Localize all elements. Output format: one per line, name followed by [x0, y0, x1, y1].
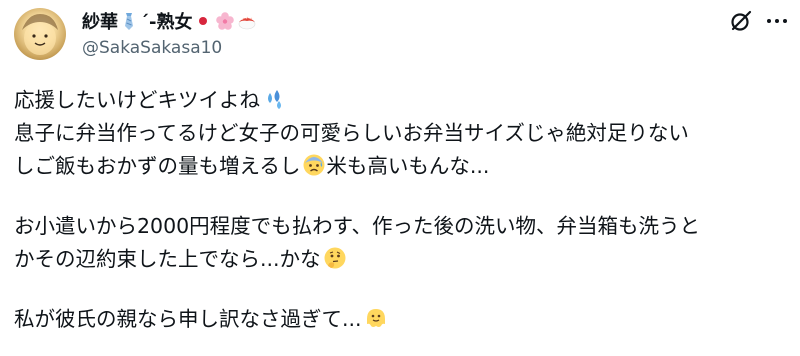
thinking-face-emoji	[324, 247, 346, 269]
cherry-blossom-emoji	[216, 12, 235, 30]
post-line-text: しご飯もおかずの量も増えるし	[14, 154, 301, 178]
post-line: 息子に弁当作ってるけど女子の可愛らしいお弁当サイズじゃ絶対足りない	[14, 117, 794, 150]
avatar[interactable]	[14, 8, 66, 60]
melting-face-emoji	[366, 309, 385, 327]
post-line: お小遣いから2000円程度でも払わす、作った後の洗い物、弁当箱も洗うと	[14, 210, 794, 243]
post-line-text: 応援したいけどキツイよね	[14, 88, 260, 112]
post-line-text: 米も高いもんな...	[326, 154, 490, 178]
author-display-name[interactable]: 紗華	[82, 8, 118, 34]
post-text: 応援したいけどキツイよね 息子に弁当作ってるけど女子の可愛らしいお弁当サイズじゃ…	[14, 84, 794, 336]
japan-flag-emoji	[194, 15, 213, 27]
post-line: 私が彼氏の親なら申し訳なさ過ぎて...	[14, 303, 794, 336]
post-line: しご飯もおかずの量も増えるし 米も高いもんな...	[14, 150, 794, 183]
more-icon	[767, 19, 787, 23]
author-name-row[interactable]: 紗華 ´-熟女	[82, 8, 258, 34]
grok-icon	[731, 10, 752, 31]
post-line: かその辺約束した上でなら...かな	[14, 243, 794, 276]
post-line-text: かその辺約束した上でなら...かな	[14, 247, 321, 271]
grok-button[interactable]	[728, 8, 754, 34]
sushi-emoji	[239, 16, 256, 30]
post-line-text: 私が彼氏の親なら申し訳なさ過ぎて...	[14, 307, 362, 331]
post-line-text: 息子に弁当作ってるけど女子の可愛らしいお弁当サイズじゃ絶対足りない	[14, 121, 689, 145]
tie-emoji	[125, 13, 133, 30]
post: 紗華 ´-熟女 @SakaSakasa10 応援したいけどキツイよね 息子に弁当…	[0, 0, 800, 356]
sweat-droplets-emoji	[268, 90, 281, 109]
author-handle[interactable]: @SakaSakasa10	[82, 38, 222, 58]
post-line: 応援したいけどキツイよね	[14, 84, 794, 117]
post-line-text: お小遣いから2000円程度でも払わす、作った後の洗い物、弁当箱も洗うと	[14, 214, 701, 238]
author-name-suffix: ´-熟女	[140, 12, 193, 33]
anxious-face-emoji	[303, 154, 325, 176]
more-button[interactable]	[764, 8, 790, 34]
avatar-face	[22, 14, 58, 55]
